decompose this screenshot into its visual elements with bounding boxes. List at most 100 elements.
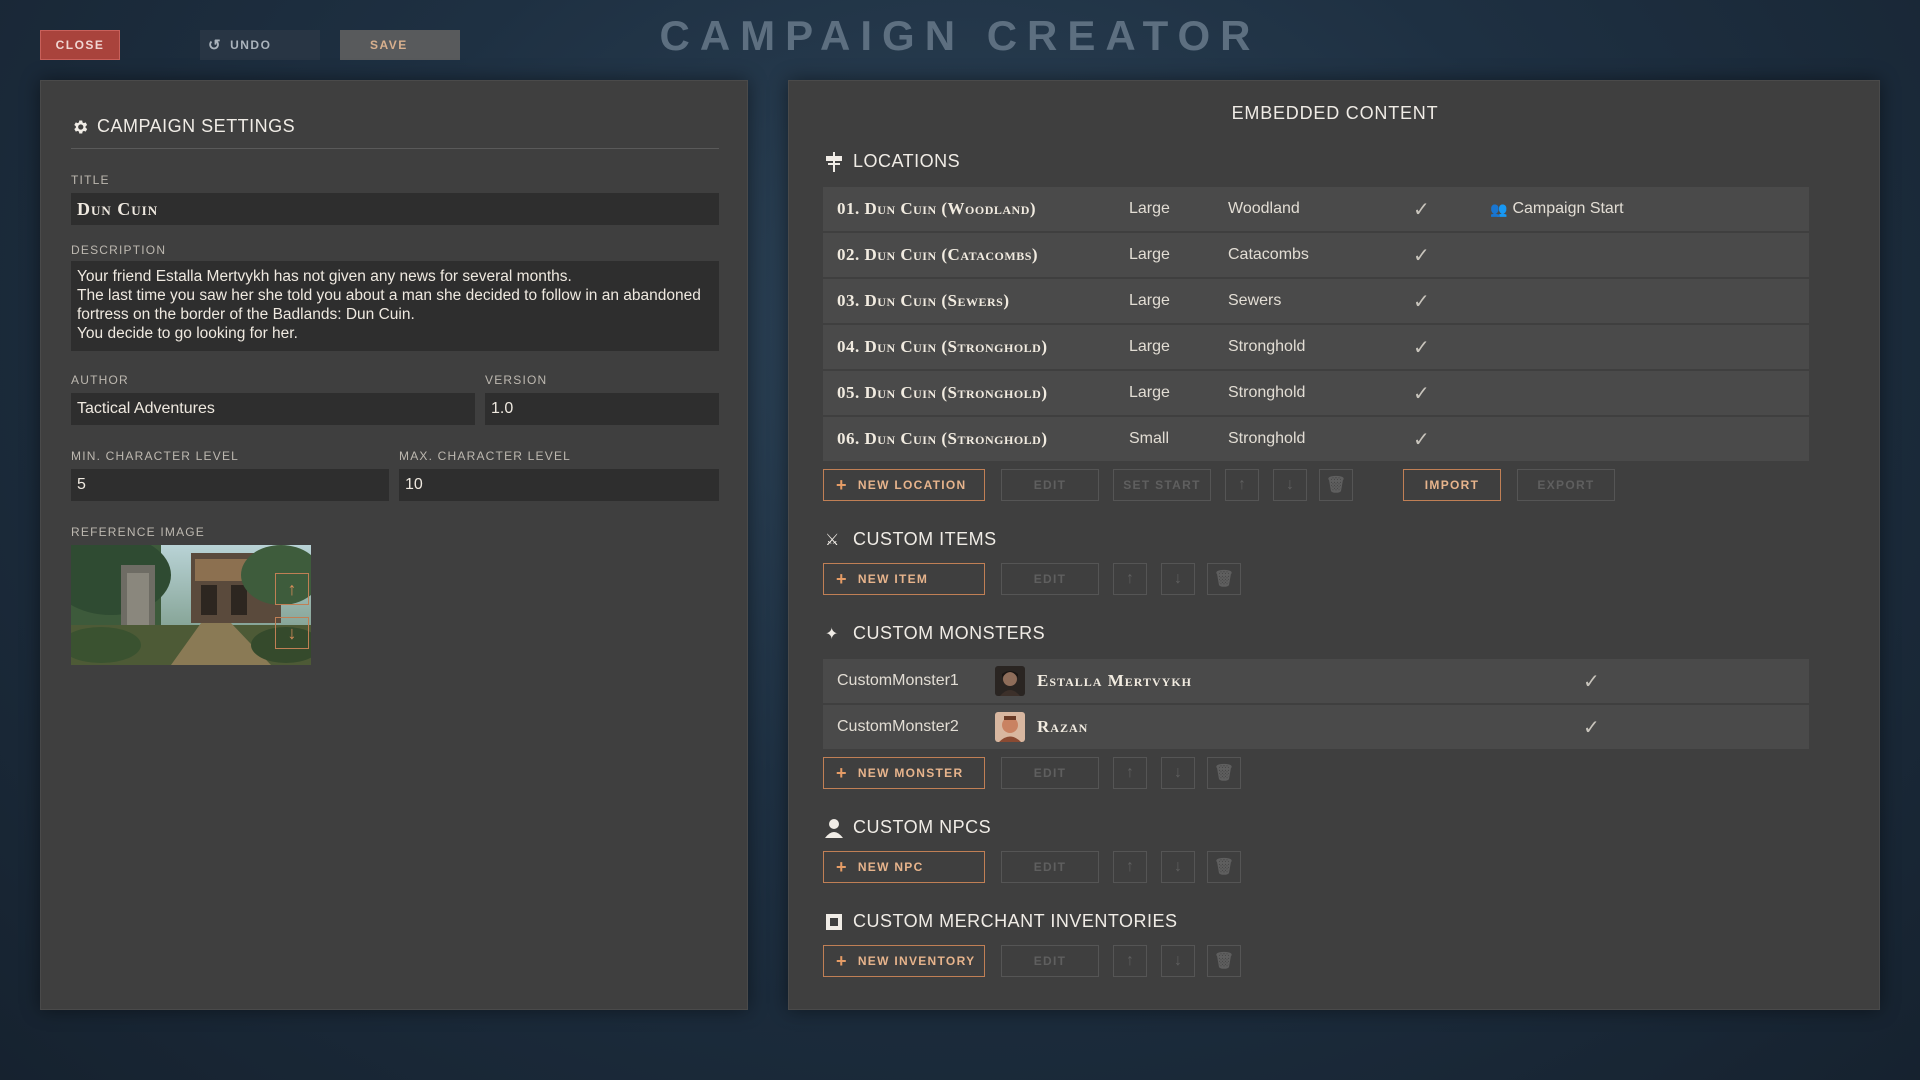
edit-item-button[interactable]: EDIT xyxy=(1001,563,1099,595)
avatar xyxy=(995,712,1025,742)
new-monster-button[interactable]: + NEW MONSTER xyxy=(823,757,985,789)
check-icon: ✓ xyxy=(1413,336,1430,359)
monster-id: CustomMonster1 xyxy=(837,672,959,689)
edit-npc-button[interactable]: EDIT xyxy=(1001,851,1099,883)
version-label: VERSION xyxy=(485,373,548,387)
custom-npcs-section-title: CUSTOM NPCS xyxy=(825,817,991,838)
new-inventory-button[interactable]: + NEW INVENTORY xyxy=(823,945,985,977)
plus-icon: + xyxy=(836,857,848,877)
custom-items-title: CUSTOM ITEMS xyxy=(853,529,997,549)
plus-icon: + xyxy=(836,475,848,495)
arrow-down-icon: ↓ xyxy=(1286,476,1294,493)
arrow-up-icon: ↑ xyxy=(1126,570,1134,587)
top-bar: CLOSE ↺ UNDO SAVE CAMPAIGN CREATOR xyxy=(0,0,1920,80)
location-row[interactable]: 02. Dun Cuin (Catacombs) Large Catacombs… xyxy=(823,233,1809,277)
item-down-button[interactable]: ↓ xyxy=(1161,563,1195,595)
edit-monster-button[interactable]: EDIT xyxy=(1001,757,1099,789)
monster-row[interactable]: CustomMonster2 Razan ✓ xyxy=(823,705,1809,749)
description-field[interactable]: Your friend Estalla Mertvykh has not giv… xyxy=(71,261,719,351)
arrow-up-icon: ↑ xyxy=(287,578,297,599)
description-line: You decide to go looking for her. xyxy=(77,325,298,342)
location-size: Large xyxy=(1129,292,1170,309)
location-size: Small xyxy=(1129,430,1170,447)
check-icon: ✓ xyxy=(1413,382,1430,405)
location-size: Large xyxy=(1129,384,1170,401)
trash-icon: 🗑 xyxy=(1213,953,1235,970)
location-environment: Sewers xyxy=(1228,292,1282,309)
location-name: 03. Dun Cuin (Sewers) xyxy=(837,291,1010,310)
inventory-down-button[interactable]: ↓ xyxy=(1161,945,1195,977)
arrow-up-icon: ↑ xyxy=(1238,476,1246,493)
location-down-button[interactable]: ↓ xyxy=(1273,469,1307,501)
new-npc-button[interactable]: + NEW NPC xyxy=(823,851,985,883)
check-icon: ✓ xyxy=(1413,244,1430,267)
npc-down-button[interactable]: ↓ xyxy=(1161,851,1195,883)
locations-section-title: LOCATIONS xyxy=(825,151,960,172)
author-field[interactable]: Tactical Adventures xyxy=(71,393,475,425)
min-level-label: MIN. CHARACTER LEVEL xyxy=(71,449,240,463)
monster-id: CustomMonster2 xyxy=(837,718,959,735)
trash-icon: 🗑 xyxy=(1213,571,1235,588)
edit-location-button[interactable]: EDIT xyxy=(1001,469,1099,501)
npc-up-button[interactable]: ↑ xyxy=(1113,851,1147,883)
min-level-field[interactable]: 5 xyxy=(71,469,389,501)
inventory-up-button[interactable]: ↑ xyxy=(1113,945,1147,977)
arrow-down-icon: ↓ xyxy=(1174,764,1182,781)
new-location-label: NEW LOCATION xyxy=(857,478,967,492)
check-icon: ✓ xyxy=(1413,428,1430,451)
location-row[interactable]: 03. Dun Cuin (Sewers) Large Sewers ✓ xyxy=(823,279,1809,323)
monster-name: Estalla Mertvykh xyxy=(1037,671,1193,690)
edit-inventory-button[interactable]: EDIT xyxy=(1001,945,1099,977)
new-monster-label: NEW MONSTER xyxy=(857,766,964,780)
import-button[interactable]: IMPORT xyxy=(1403,469,1501,501)
inventory-delete-button[interactable]: 🗑 xyxy=(1207,945,1241,977)
location-delete-button[interactable]: 🗑 xyxy=(1319,469,1353,501)
trash-icon: 🗑 xyxy=(1213,765,1235,782)
check-icon: ✓ xyxy=(1583,670,1600,693)
new-location-button[interactable]: + NEW LOCATION xyxy=(823,469,985,501)
monster-claw-icon: ✦ xyxy=(825,625,839,643)
description-line: The last time you saw her she told you a… xyxy=(77,287,701,323)
campaign-start-marker: 👥 Campaign Start xyxy=(1490,200,1624,218)
arrow-up-icon: ↑ xyxy=(1126,764,1134,781)
monster-row[interactable]: CustomMonster1 Estalla Mertvykh ✓ xyxy=(823,659,1809,703)
location-row[interactable]: 06. Dun Cuin (Stronghold) Small Strongho… xyxy=(823,417,1809,461)
new-npc-label: NEW NPC xyxy=(857,860,924,874)
item-delete-button[interactable]: 🗑 xyxy=(1207,563,1241,595)
location-name: 04. Dun Cuin (Stronghold) xyxy=(837,337,1048,356)
app-title: CAMPAIGN CREATOR xyxy=(659,12,1261,59)
plus-icon: + xyxy=(836,569,848,589)
embedded-content-header: EMBEDDED CONTENT xyxy=(1231,103,1439,123)
campaign-start-label: Campaign Start xyxy=(1512,200,1624,217)
trash-icon: 🗑 xyxy=(1325,477,1347,494)
npc-delete-button[interactable]: 🗑 xyxy=(1207,851,1241,883)
custom-merchants-title: CUSTOM MERCHANT INVENTORIES xyxy=(853,911,1178,931)
new-item-button[interactable]: + NEW ITEM xyxy=(823,563,985,595)
location-name: 01. Dun Cuin (Woodland) xyxy=(837,199,1037,218)
monster-delete-button[interactable]: 🗑 xyxy=(1207,757,1241,789)
export-button[interactable]: EXPORT xyxy=(1517,469,1615,501)
title-field[interactable]: Dun Cuin xyxy=(71,193,719,225)
check-icon: ✓ xyxy=(1413,198,1430,221)
image-down-button[interactable]: ↓ xyxy=(275,617,309,649)
sword-icon: ⚔ xyxy=(825,531,840,549)
embedded-content-panel: EMBEDDED CONTENT LOCATIONS 01. Dun Cuin … xyxy=(788,80,1880,1010)
scroll-icon xyxy=(826,913,842,930)
location-row[interactable]: 01. Dun Cuin (Woodland) Large Woodland ✓… xyxy=(823,187,1809,231)
set-start-button[interactable]: SET START xyxy=(1113,469,1211,501)
location-row[interactable]: 04. Dun Cuin (Stronghold) Large Strongho… xyxy=(823,325,1809,369)
image-up-button[interactable]: ↑ xyxy=(275,573,309,605)
location-name: 05. Dun Cuin (Stronghold) xyxy=(837,383,1048,402)
author-label: AUTHOR xyxy=(71,373,129,387)
monster-up-button[interactable]: ↑ xyxy=(1113,757,1147,789)
monster-name: Razan xyxy=(1037,717,1089,736)
item-up-button[interactable]: ↑ xyxy=(1113,563,1147,595)
max-level-field[interactable]: 10 xyxy=(399,469,719,501)
location-up-button[interactable]: ↑ xyxy=(1225,469,1259,501)
monster-down-button[interactable]: ↓ xyxy=(1161,757,1195,789)
location-size: Large xyxy=(1129,338,1170,355)
campaign-settings-panel: CAMPAIGN SETTINGS TITLE Dun Cuin DESCRIP… xyxy=(40,80,748,1010)
version-field[interactable]: 1.0 xyxy=(485,393,719,425)
location-environment: Stronghold xyxy=(1228,338,1306,355)
location-row[interactable]: 05. Dun Cuin (Stronghold) Large Strongho… xyxy=(823,371,1809,415)
